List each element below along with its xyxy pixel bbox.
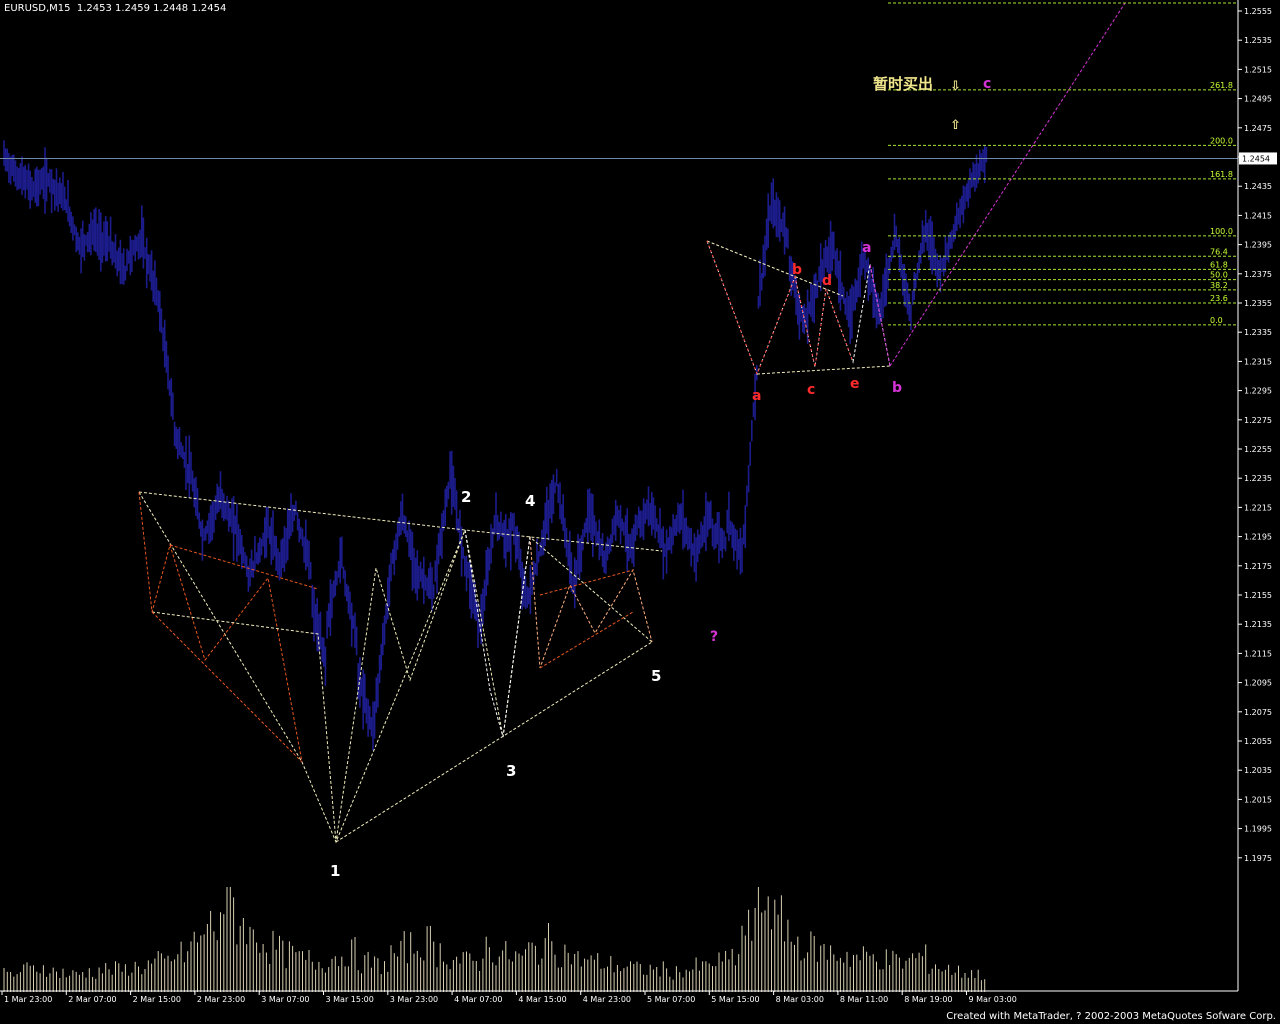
x-tick-label: 2 Mar 23:00 [197, 995, 245, 1004]
analysis-lines [0, 2, 1238, 844]
triangle-label-d: d [822, 273, 832, 289]
wave5-channel-top [539, 569, 634, 596]
y-tick-label: 1.2215 [1244, 503, 1272, 512]
y-tick-label: 1.2395 [1244, 241, 1272, 250]
wave-number-4: 4 [525, 492, 535, 510]
fib-level-label: 161.8 [1210, 170, 1233, 179]
y-tick-label: 1.2375 [1244, 270, 1272, 279]
wave-number-2: 2 [461, 488, 471, 506]
subwave-channel-bottom [151, 611, 303, 763]
y-tick-label: 1.2495 [1244, 95, 1272, 104]
y-tick-label: 1.2035 [1244, 766, 1272, 775]
arrow-up-icon: ⇧ [950, 118, 961, 133]
triangle-lower-line [756, 365, 891, 375]
y-tick-label: 1.2055 [1244, 737, 1272, 746]
fib-level-label: 200.0 [1210, 136, 1233, 145]
chinese-note: 暂时买出 [873, 75, 933, 93]
wave-number-1: 1 [330, 862, 340, 880]
y-tick-label: 1.2175 [1244, 562, 1272, 571]
symbol-label: EURUSD,M15 [4, 3, 71, 14]
y-tick-label: 1.2075 [1244, 708, 1272, 717]
triangle-label-c: c [807, 382, 815, 398]
y-tick-label: 1.1995 [1244, 825, 1272, 834]
y-tick-label: 1.2295 [1244, 387, 1272, 396]
wave-number-3: 3 [506, 762, 516, 780]
x-tick-label: 3 Mar 23:00 [390, 995, 438, 1004]
x-tick-label: 1 Mar 23:00 [4, 995, 52, 1004]
credit-text: Created with MetaTrader, ? 2002-2003 Met… [946, 1011, 1276, 1022]
x-tick-label: 4 Mar 23:00 [583, 995, 631, 1004]
fib-level-label: 38.2 [1210, 281, 1228, 290]
price-series [3, 140, 988, 751]
x-tick-label: 2 Mar 15:00 [133, 995, 181, 1004]
y-tick-label: 1.2015 [1244, 795, 1272, 804]
fib-level-label: 23.6 [1210, 294, 1228, 303]
x-tick-label: 4 Mar 07:00 [454, 995, 502, 1004]
chart-header: EURUSD,M15 1.2453 1.2459 1.2448 1.2454 [4, 3, 226, 14]
volume-histogram [3, 887, 986, 992]
y-tick-label: 1.2555 [1244, 7, 1272, 16]
fib-level-label: 0.0 [1210, 316, 1223, 325]
y-tick-label: 1.2115 [1244, 649, 1272, 658]
wave5-channel-bottom [539, 611, 634, 669]
x-tick-label: 5 Mar 07:00 [647, 995, 695, 1004]
magenta-label-a: a [862, 240, 871, 256]
triangle-label-a: a [752, 388, 761, 404]
y-tick-label: 1.2435 [1244, 182, 1272, 191]
y-tick-label: 1.2275 [1244, 416, 1272, 425]
y-tick-label: 1.2475 [1244, 124, 1272, 133]
y-tick-label: 1.2095 [1244, 679, 1272, 688]
y-tick-label: 1.2235 [1244, 474, 1272, 483]
lower-channel-line [335, 641, 653, 843]
y-tick-label: 1.2535 [1244, 36, 1272, 45]
y-tick-label: 1.2315 [1244, 357, 1272, 366]
x-tick-label: 8 Mar 19:00 [904, 995, 952, 1004]
axes: 1.25551.25351.25151.24951.24751.24551.24… [0, 0, 1277, 1004]
x-tick-label: 4 Mar 15:00 [518, 995, 566, 1004]
fib-level-label: 76.4 [1210, 247, 1228, 256]
triangle-label-e: e [850, 376, 860, 392]
x-tick-label: 8 Mar 11:00 [840, 995, 888, 1004]
y-tick-label: 1.2255 [1244, 445, 1272, 454]
x-tick-label: 8 Mar 03:00 [776, 995, 824, 1004]
triangle-label-b: b [792, 262, 802, 278]
magenta-label-c: c [983, 76, 991, 92]
fib-level-label: 50.0 [1210, 271, 1228, 280]
y-tick-label: 1.2335 [1244, 328, 1272, 337]
price-chart: 261.8200.0161.8100.076.461.850.038.223.6… [0, 0, 1277, 1004]
fib-level-label: 100.0 [1210, 227, 1233, 236]
y-tick-label: 1.2195 [1244, 533, 1272, 542]
y-tick-label: 1.2135 [1244, 620, 1272, 629]
projection-line [889, 2, 1126, 367]
fib-level-label: 61.8 [1210, 260, 1228, 269]
y-tick-label: 1.2355 [1244, 299, 1272, 308]
y-tick-label: 1.1975 [1244, 854, 1272, 863]
ohlc-label: 1.2453 1.2459 1.2448 1.2454 [76, 3, 227, 14]
arrow-down-icon: ⇩ [950, 79, 961, 94]
wave-labels: 1 2 3 4 5 a b c d e a b c? 暂时买出 ⇩ ⇧ [330, 75, 991, 880]
x-tick-label: 9 Mar 03:00 [969, 995, 1017, 1004]
x-tick-label: 3 Mar 07:00 [261, 995, 309, 1004]
x-tick-label: 3 Mar 15:00 [326, 995, 374, 1004]
y-tick-label: 1.2515 [1244, 65, 1272, 74]
y-tick-label: 1.2415 [1244, 211, 1272, 220]
wave-number-5: 5 [651, 667, 661, 685]
magenta-label-question: ? [710, 629, 718, 645]
y-tick-label: 1.2155 [1244, 591, 1272, 600]
x-tick-label: 2 Mar 07:00 [68, 995, 116, 1004]
current-price-label: 1.2454 [1242, 154, 1270, 163]
x-tick-label: 5 Mar 15:00 [711, 995, 759, 1004]
magenta-label-b: b [892, 380, 902, 396]
fib-level-label: 261.8 [1210, 81, 1233, 90]
